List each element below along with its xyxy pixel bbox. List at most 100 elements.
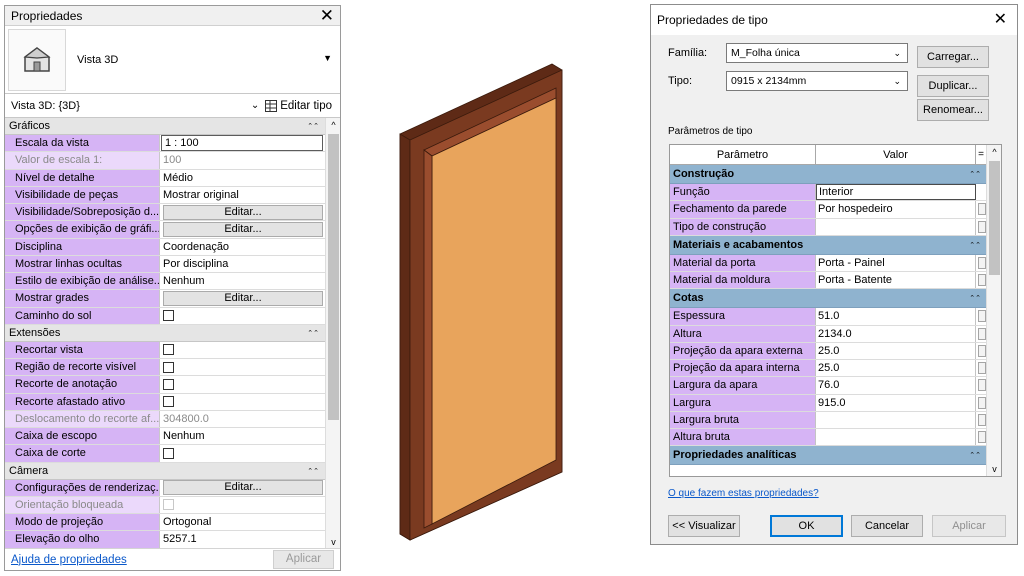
parameter-group-header[interactable]: Propriedades analíticas ⌃⌃ [670,446,987,466]
property-value[interactable]: Editar... [160,290,325,306]
header-value[interactable]: Valor [816,145,976,164]
properties-scrollbar[interactable]: ^ v [325,118,340,549]
property-value[interactable] [160,394,325,410]
property-value[interactable]: Nenhum [160,428,325,444]
collapse-icon[interactable]: ⌃⌃ [307,122,319,130]
formula-button[interactable] [977,203,986,216]
formula-button[interactable] [977,379,986,392]
rename-button[interactable]: Renomear... [917,99,989,121]
type-selector[interactable]: Vista 3D ▼ [5,26,340,94]
edit-button[interactable]: Editar... [163,204,323,220]
collapse-icon[interactable]: ⌃⌃ [307,467,319,475]
formula-button[interactable] [977,274,986,287]
property-value[interactable]: Médio [160,170,325,186]
edit-button[interactable]: Editar... [163,480,323,496]
collapse-icon[interactable]: ⌃⌃ [969,170,981,178]
duplicate-button[interactable]: Duplicar... [917,75,989,97]
property-value[interactable] [160,342,325,358]
parameter-value[interactable]: 2134.0 [816,325,976,342]
formula-button[interactable] [977,413,986,426]
formula-button[interactable] [977,396,986,409]
load-button[interactable]: Carregar... [917,46,989,68]
checkbox[interactable] [163,344,174,356]
parameter-value[interactable]: Por hospedeiro [816,201,976,218]
property-value[interactable]: Editar... [160,480,325,496]
property-value[interactable]: Nenhum [160,273,325,289]
formula-button[interactable] [977,344,986,357]
apply-button[interactable]: Aplicar [932,515,1006,537]
property-value[interactable]: Coordenação [160,239,325,255]
checkbox[interactable] [163,447,174,459]
scroll-thumb[interactable] [328,134,339,420]
checkbox[interactable] [163,310,174,322]
scroll-thumb[interactable] [989,161,1000,275]
header-parameter[interactable]: Parâmetro [670,145,816,164]
property-value[interactable]: Mostrar original [160,187,325,203]
parameter-group-header[interactable]: Materiais e acabamentos ⌃⌃ [670,235,987,255]
property-value[interactable] [160,445,325,461]
properties-help-link[interactable]: Ajuda de propriedades [11,554,127,566]
checkbox[interactable] [163,361,174,373]
family-dropdown[interactable]: M_Folha única ⌄ [726,43,908,63]
property-group-header[interactable]: Câmera ⌃⌃ [5,462,325,480]
type-dropdown[interactable]: 0915 x 2134mm ⌄ [726,71,908,91]
parameter-value[interactable]: Porta - Painel [816,254,976,271]
close-icon[interactable]: ✕ [994,12,1007,28]
collapse-icon[interactable]: ⌃⌃ [969,294,981,302]
property-value[interactable] [160,359,325,375]
property-value[interactable]: Editar... [160,221,325,237]
scroll-down-icon[interactable]: v [987,462,1001,476]
formula-button[interactable] [977,256,986,269]
formula-button[interactable] [977,431,986,444]
parameter-group-header[interactable]: Cotas ⌃⌃ [670,289,987,309]
formula-button[interactable] [977,362,986,375]
property-name: Visibilidade/Sobreposição d... [5,204,160,221]
collapse-icon[interactable]: ⌃⌃ [969,241,981,249]
chevron-down-icon[interactable]: ▼ [323,53,332,63]
formula-button[interactable] [977,310,986,323]
parameter-value[interactable]: 25.0 [816,360,976,377]
grid-scrollbar[interactable]: ^ v [986,145,1001,476]
property-value[interactable] [160,376,325,392]
parameter-value[interactable]: 915.0 [816,394,976,411]
parameters-help-link[interactable]: O que fazem estas propriedades? [668,488,819,499]
edit-button[interactable]: Editar... [163,221,323,237]
parameter-value[interactable] [816,218,976,235]
property-group-name: Extensões [9,326,61,339]
ok-button[interactable]: OK [770,515,843,537]
property-value[interactable]: Ortogonal [160,514,325,530]
parameter-value[interactable]: 25.0 [816,342,976,359]
edit-button[interactable]: Editar... [163,290,323,306]
formula-button[interactable] [977,220,986,233]
collapse-icon[interactable]: ⌃⌃ [969,451,981,459]
scroll-up-icon[interactable]: ^ [987,145,1001,159]
preview-button[interactable]: << Visualizar [668,515,740,537]
property-value[interactable]: Editar... [160,204,325,220]
parameter-value[interactable] [816,411,976,428]
edit-type-button[interactable]: Editar tipo [265,99,340,112]
parameter-value[interactable] [816,429,976,446]
property-value[interactable] [160,308,325,324]
view-instance-dropdown[interactable]: Vista 3D: {3D} ⌄ [7,96,265,115]
property-value[interactable]: Por disciplina [160,256,325,272]
property-group-header[interactable]: Extensões ⌃⌃ [5,324,325,342]
cancel-button[interactable]: Cancelar [851,515,923,537]
collapse-icon[interactable]: ⌃⌃ [307,329,319,337]
formula-button[interactable] [977,327,986,340]
property-row: Mostrar linhas ocultas Por disciplina [5,255,325,273]
parameter-value[interactable]: Porta - Batente [816,272,976,289]
parameter-group-header[interactable]: Construção ⌃⌃ [670,165,987,184]
parameter-value[interactable]: Interior [816,184,976,201]
property-value[interactable]: 1 : 100 [161,135,323,152]
checkbox[interactable] [163,378,174,390]
scroll-down-icon[interactable]: v [326,535,340,549]
checkbox[interactable] [163,396,174,408]
parameter-name: Projeção da apara interna [670,360,816,377]
parameter-value[interactable]: 76.0 [816,377,976,394]
parameter-value[interactable]: 51.0 [816,308,976,325]
close-icon[interactable]: ✕ [320,7,334,24]
apply-button[interactable]: Aplicar [273,550,334,569]
scroll-up-icon[interactable]: ^ [326,118,340,132]
property-group-header[interactable]: Gráficos ⌃⌃ [5,118,325,135]
property-value[interactable]: 5257.1 [160,531,325,547]
